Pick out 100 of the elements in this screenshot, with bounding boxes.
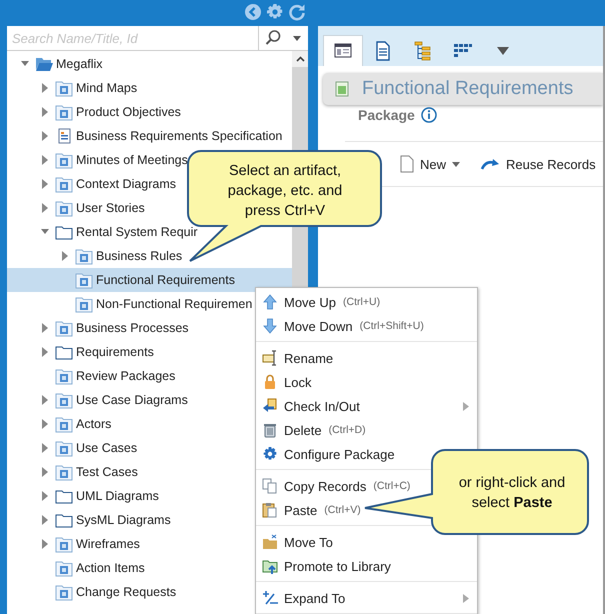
- collapsed-arrow-icon[interactable]: [41, 83, 49, 93]
- collapsed-arrow-icon[interactable]: [41, 491, 49, 501]
- tree-item[interactable]: Use Case Diagrams: [55, 391, 188, 409]
- collapsed-arrow-icon[interactable]: [41, 323, 49, 333]
- package-icon: [55, 199, 73, 217]
- package-icon: [55, 151, 73, 169]
- tree-item[interactable]: Rental System Requir: [55, 223, 198, 241]
- rename-icon: [262, 350, 278, 366]
- shortcut-text: (Ctrl+V): [324, 504, 361, 516]
- tree-item[interactable]: Review Packages: [55, 367, 176, 385]
- tree-item[interactable]: User Stories: [55, 199, 145, 217]
- tree-item[interactable]: Wireframes: [55, 535, 140, 553]
- caret-icon: [452, 162, 460, 166]
- tree-item[interactable]: Test Cases: [55, 463, 138, 481]
- collapsed-arrow-icon[interactable]: [41, 395, 49, 405]
- menu-item[interactable]: Move To: [256, 530, 337, 554]
- package-icon: [55, 559, 73, 577]
- package-icon: [75, 271, 93, 289]
- tab[interactable]: [323, 35, 363, 66]
- tree-item[interactable]: Requirements: [55, 343, 154, 361]
- check-in-icon: [262, 398, 278, 414]
- collapsed-arrow-icon[interactable]: [41, 179, 49, 189]
- tree-item[interactable]: UML Diagrams: [55, 487, 159, 505]
- tree-item[interactable]: Megaflix: [35, 55, 103, 73]
- collapsed-arrow-icon[interactable]: [41, 539, 49, 549]
- tree-item[interactable]: Action Items: [55, 559, 145, 577]
- tree-item[interactable]: Business Requirements Specification: [55, 127, 282, 145]
- item-type: Package: [358, 107, 415, 123]
- expand-icon: [262, 590, 278, 606]
- tree-item[interactable]: SysML Diagrams: [55, 511, 171, 529]
- tree-item[interactable]: Mind Maps: [55, 79, 138, 97]
- collapsed-arrow-icon[interactable]: [41, 203, 49, 213]
- menu-item[interactable]: Paste (Ctrl+V): [256, 498, 365, 522]
- caret-icon: [497, 46, 509, 54]
- info-icon[interactable]: [420, 107, 437, 123]
- tree-item[interactable]: Business Rules: [75, 247, 182, 265]
- collapsed-arrow-icon[interactable]: [41, 155, 49, 165]
- up-arrow-icon: [262, 294, 278, 310]
- tree-item[interactable]: Product Objectives: [55, 103, 181, 121]
- shortcut-text: (Ctrl+D): [328, 424, 366, 436]
- folder-icon: [262, 534, 278, 550]
- tree-item[interactable]: Change Requests: [55, 583, 176, 601]
- reuse-records-button[interactable]: Reuse Records: [480, 156, 596, 172]
- package-icon: [75, 247, 93, 265]
- collapsed-arrow-icon[interactable]: [41, 419, 49, 429]
- refresh-icon[interactable]: [288, 3, 306, 21]
- copy-icon: [262, 478, 278, 494]
- package-icon: [75, 295, 93, 313]
- open-folder-icon: [35, 55, 53, 73]
- paste-icon: [262, 502, 278, 518]
- menu-item[interactable]: Copy Records (Ctrl+C): [256, 474, 414, 498]
- collapsed-arrow-icon[interactable]: [41, 515, 49, 525]
- tree-item[interactable]: Minutes of Meetings: [55, 151, 188, 169]
- page-title: Functional Requirements: [362, 78, 574, 100]
- menu-item[interactable]: Configure Package: [256, 442, 399, 466]
- menu-item[interactable]: Delete (Ctrl+D): [256, 418, 370, 442]
- tree-item[interactable]: Use Cases: [55, 439, 138, 457]
- down-arrow-icon: [262, 318, 278, 334]
- trash-icon: [262, 422, 278, 438]
- shortcut-text: (Ctrl+Shift+U): [360, 320, 424, 332]
- collapsed-arrow-icon[interactable]: [41, 443, 49, 453]
- package-icon: [55, 535, 73, 553]
- curved-arrow-icon: [480, 158, 500, 170]
- package-icon: [55, 439, 73, 457]
- back-icon[interactable]: [244, 3, 262, 21]
- submenu-arrow-icon: [463, 402, 469, 410]
- menu-item[interactable]: Rename: [256, 346, 338, 370]
- package-icon: [55, 415, 73, 433]
- shortcut-text: (Ctrl+C): [373, 480, 410, 492]
- promote-icon: [262, 558, 278, 574]
- tree-item[interactable]: Context Diagrams: [55, 175, 176, 193]
- package-icon: [55, 319, 73, 337]
- collapsed-arrow-icon[interactable]: [61, 251, 69, 261]
- lock-icon: [262, 374, 278, 390]
- menu-item[interactable]: Check In/Out: [256, 394, 477, 418]
- menu-item[interactable]: Lock: [256, 370, 316, 394]
- package-icon: [55, 79, 73, 97]
- menu-item[interactable]: Move Up (Ctrl+U): [256, 290, 384, 314]
- tree-item[interactable]: Business Processes: [55, 319, 189, 337]
- shortcut-text: (Ctrl+U): [343, 296, 380, 308]
- collapsed-arrow-icon[interactable]: [41, 347, 49, 357]
- settings-icon[interactable]: [266, 3, 284, 21]
- menu-item[interactable]: Promote to Library: [256, 554, 395, 578]
- menu-item[interactable]: Move Down (Ctrl+Shift+U): [256, 314, 428, 338]
- callout-text: or right-click and select Paste: [458, 474, 566, 513]
- collapsed-arrow-icon[interactable]: [41, 107, 49, 117]
- collapsed-arrow-icon[interactable]: [41, 467, 49, 477]
- callout-text: Select an artifact, package, etc. and press Ctrl+V: [226, 162, 344, 221]
- search-icon: [264, 29, 282, 47]
- collapsed-arrow-icon[interactable]: [41, 131, 49, 141]
- package-icon: [55, 391, 73, 409]
- document-icon: [400, 155, 414, 173]
- new-button[interactable]: New: [400, 155, 460, 173]
- tree-item[interactable]: Actors: [55, 415, 112, 433]
- settings-icon: [262, 446, 278, 462]
- menu-item[interactable]: Expand To: [256, 586, 477, 610]
- submenu-arrow-icon: [463, 594, 469, 602]
- tree-item[interactable]: Non-Functional Requiremen: [75, 295, 252, 313]
- package-icon: [55, 175, 73, 193]
- package-icon: [55, 583, 73, 601]
